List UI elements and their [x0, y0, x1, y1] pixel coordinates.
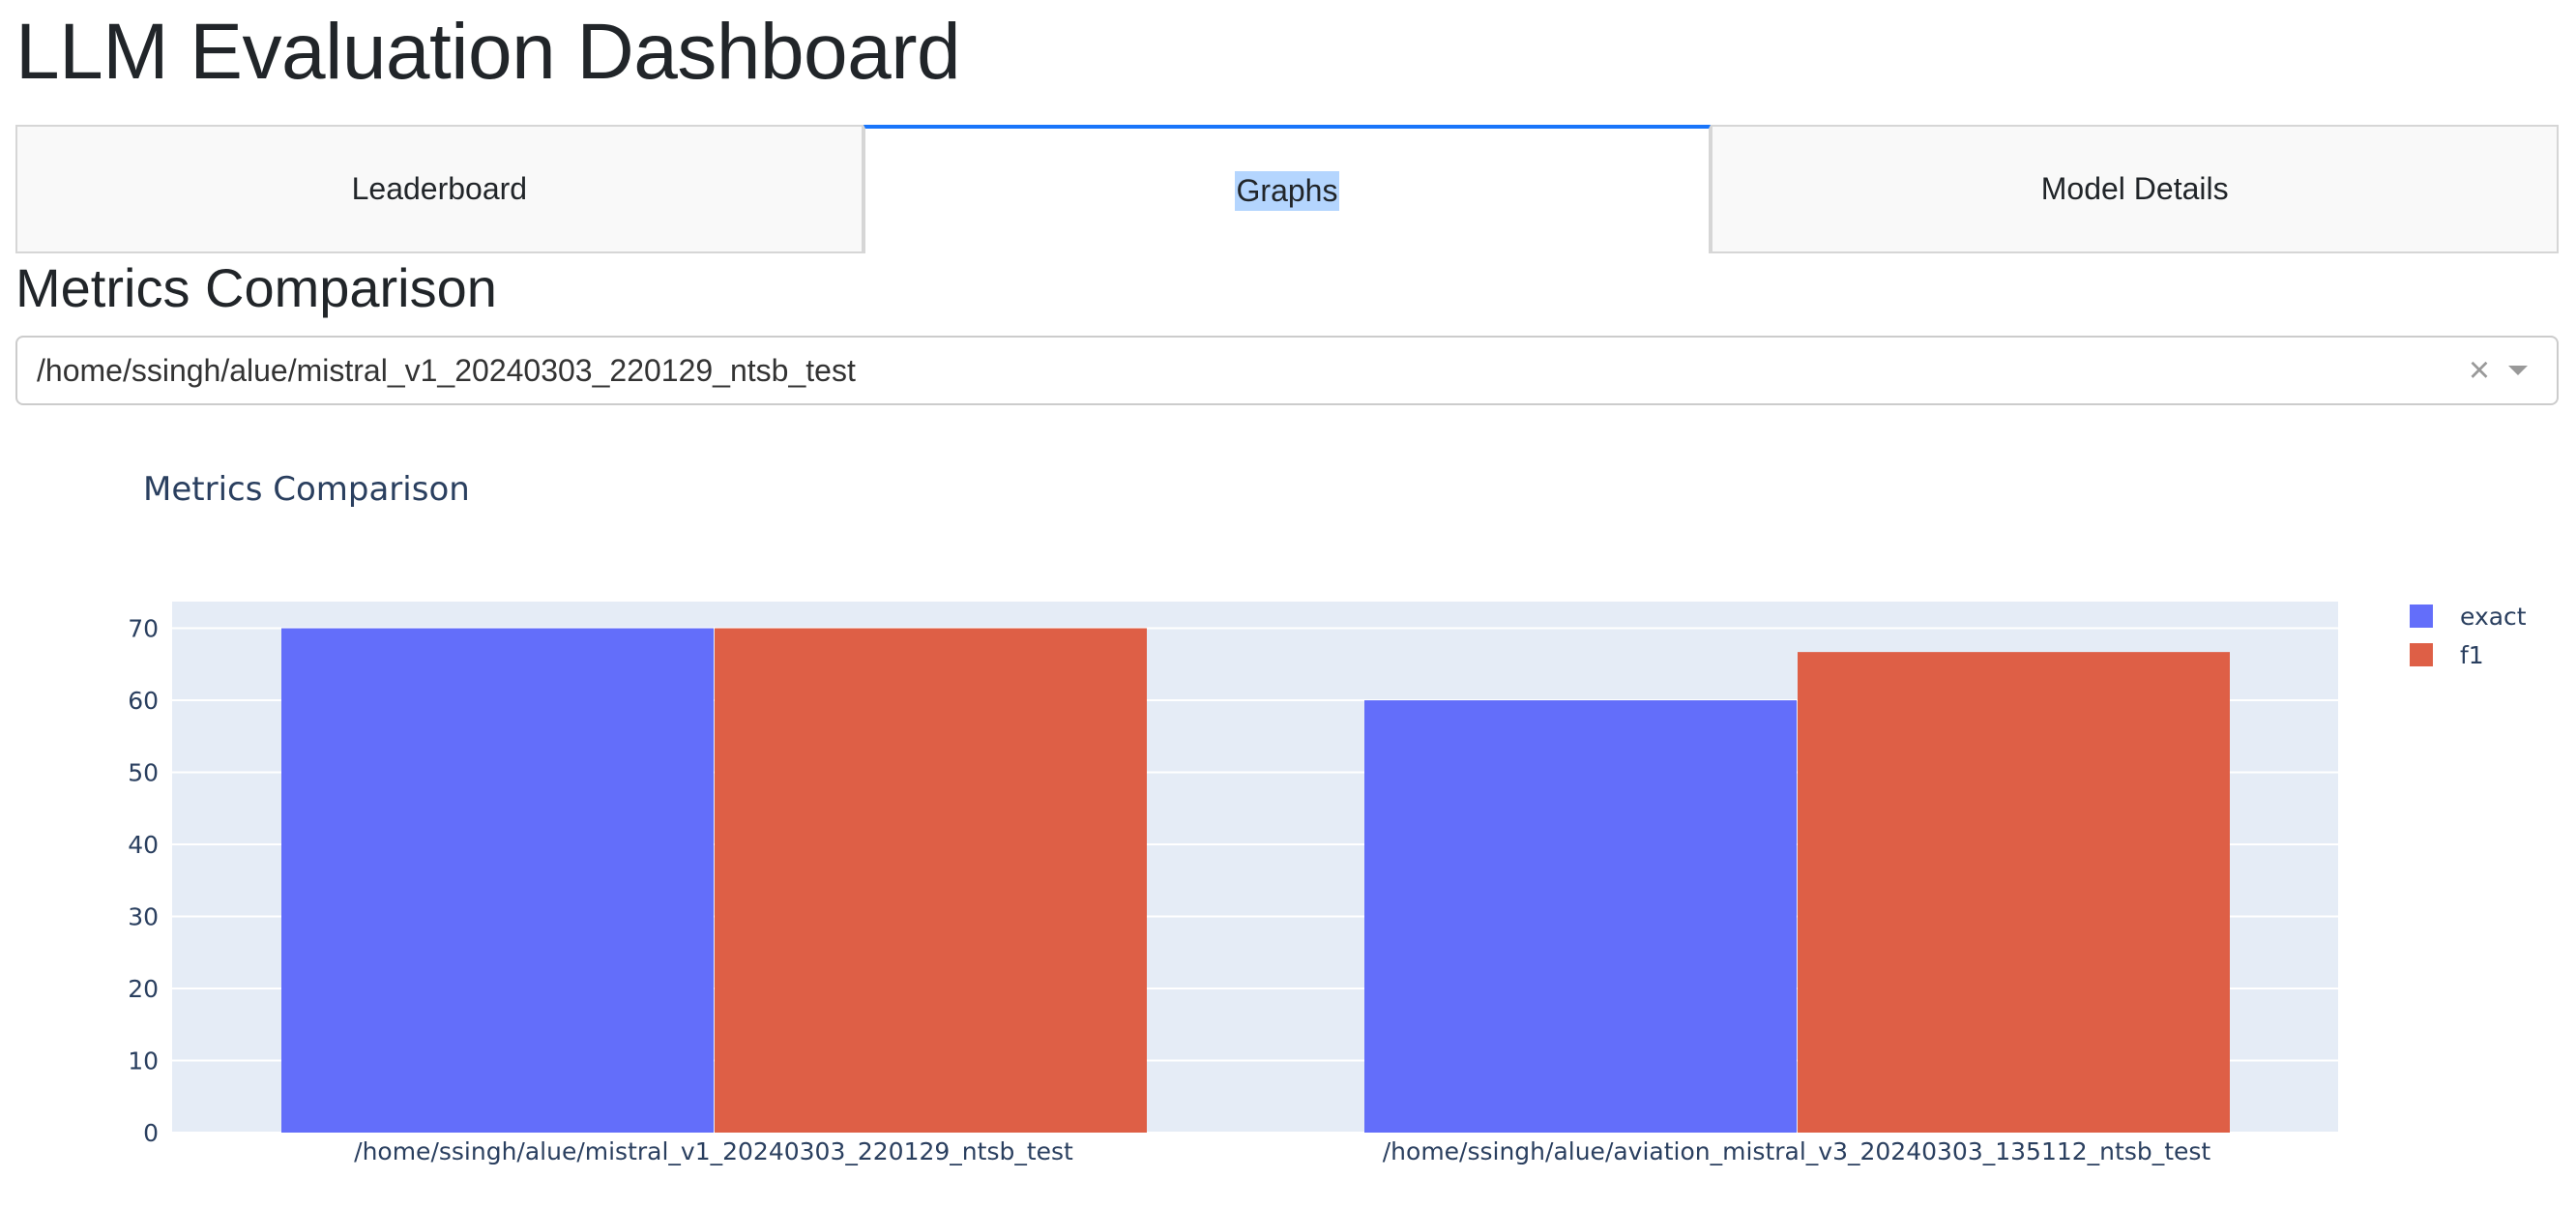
legend-swatch: [2410, 643, 2433, 666]
tab-label: Model Details: [2040, 171, 2229, 206]
x-tick-label: /home/ssingh/alue/aviation_mistral_v3_20…: [1383, 1137, 2211, 1165]
clear-icon[interactable]: ×: [2460, 352, 2499, 389]
tab-model-details[interactable]: Model Details: [1711, 125, 2560, 253]
x-tick-label: /home/ssingh/alue/mistral_v1_20240303_22…: [354, 1137, 1073, 1165]
chart-title: Metrics Comparison: [143, 470, 470, 509]
tab-label: Leaderboard: [351, 171, 528, 206]
metrics-chart: Metrics Comparison 0 10 20 30 40 50 60 70/home/…: [0, 416, 2576, 1209]
section-title: Metrics Comparison: [15, 257, 497, 318]
y-tick-label: 30: [128, 903, 159, 931]
bar-f1: [1798, 652, 2230, 1133]
tab-label: Graphs: [1234, 171, 1340, 211]
y-tick-label: 50: [128, 759, 159, 787]
tab-graphs[interactable]: Graphs: [863, 125, 1712, 253]
bar-exact: [1364, 700, 1797, 1133]
bar-f1: [715, 628, 1147, 1133]
bar-exact: [281, 628, 714, 1133]
app-title: LLM Evaluation Dashboard: [15, 8, 961, 96]
y-tick-label: 20: [128, 975, 159, 1003]
y-tick-label: 70: [128, 615, 159, 643]
chevron-down-icon[interactable]: [2499, 351, 2537, 390]
legend-label: exact: [2460, 603, 2527, 631]
legend-swatch: [2410, 604, 2433, 628]
dashboard-page: LLM Evaluation Dashboard Leaderboard Gra…: [0, 0, 2576, 1209]
y-tick-label: 10: [128, 1047, 159, 1076]
y-tick-label: 60: [128, 687, 159, 715]
tab-bar: Leaderboard Graphs Model Details: [15, 125, 2560, 253]
legend-label: f1: [2460, 641, 2484, 669]
chart-svg: 0 10 20 30 40 50 60 70/home/ssingh/alue/mistral…: [128, 602, 2527, 1165]
y-tick-label: 40: [128, 831, 159, 859]
model-select-dropdown[interactable]: /home/ssingh/alue/mistral_v1_20240303_22…: [15, 336, 2559, 405]
tab-leaderboard[interactable]: Leaderboard: [15, 125, 864, 253]
y-tick-label: 0: [143, 1119, 159, 1147]
model-select-value: /home/ssingh/alue/mistral_v1_20240303_22…: [37, 352, 856, 388]
